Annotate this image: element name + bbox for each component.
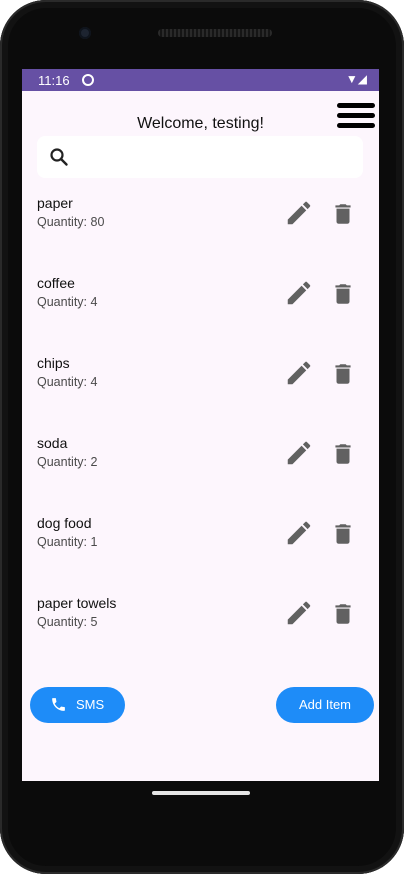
item-quantity: Quantity: 80 — [37, 215, 105, 229]
delete-button[interactable] — [330, 519, 356, 549]
search-bar[interactable] — [37, 136, 363, 178]
menu-bar-top — [337, 103, 375, 108]
welcome-title: Welcome, testing! — [137, 115, 264, 132]
item-quantity: Quantity: 1 — [37, 535, 98, 549]
pencil-icon — [287, 361, 311, 385]
delete-button[interactable] — [330, 359, 356, 389]
search-icon — [49, 147, 69, 171]
item-name: paper towels — [37, 595, 117, 611]
menu-bar-bottom — [337, 123, 375, 128]
status-bar: 11:16 ▼◢ — [22, 69, 379, 91]
item-quantity: Quantity: 2 — [37, 455, 98, 469]
item-name: dog food — [37, 515, 92, 531]
delete-button[interactable] — [330, 439, 356, 469]
pencil-icon — [287, 521, 311, 545]
earpiece-speaker — [158, 29, 272, 37]
home-indicator[interactable] — [152, 791, 250, 795]
edit-button[interactable] — [284, 198, 314, 228]
list-item: paper towels Quantity: 5 — [22, 587, 379, 647]
menu-bar-middle — [337, 113, 375, 118]
status-signal-icons: ▼◢ — [345, 72, 367, 86]
list-item: dog food Quantity: 1 — [22, 507, 379, 567]
delete-button[interactable] — [330, 199, 356, 229]
item-name: paper — [37, 195, 73, 211]
trash-icon — [335, 364, 351, 384]
add-item-button[interactable]: Add Item — [276, 687, 374, 723]
list-item: chips Quantity: 4 — [22, 347, 379, 407]
edit-button[interactable] — [284, 358, 314, 388]
item-name: chips — [37, 355, 70, 371]
pencil-icon — [287, 601, 311, 625]
phone-frame: 11:16 ▼◢ Welcome, testing! paper Quantit… — [0, 0, 404, 874]
hamburger-menu-button[interactable] — [335, 99, 375, 133]
pencil-icon — [287, 201, 311, 225]
trash-icon — [335, 284, 351, 304]
app-screen: 11:16 ▼◢ Welcome, testing! paper Quantit… — [22, 69, 379, 781]
edit-button[interactable] — [284, 438, 314, 468]
item-quantity: Quantity: 4 — [37, 295, 98, 309]
item-quantity: Quantity: 4 — [37, 375, 98, 389]
sms-label: SMS — [76, 697, 105, 712]
item-name: coffee — [37, 275, 75, 291]
edit-button[interactable] — [284, 518, 314, 548]
delete-button[interactable] — [330, 599, 356, 629]
trash-icon — [335, 524, 351, 544]
list-item: soda Quantity: 2 — [22, 427, 379, 487]
list-item: paper Quantity: 80 — [22, 187, 379, 247]
trash-icon — [335, 604, 351, 624]
sms-button[interactable]: SMS — [30, 687, 125, 723]
phone-icon — [50, 696, 67, 716]
status-time: 11:16 — [38, 73, 70, 88]
pencil-icon — [287, 441, 311, 465]
delete-button[interactable] — [330, 279, 356, 309]
item-quantity: Quantity: 5 — [37, 615, 98, 629]
status-notification-icon — [82, 74, 94, 86]
trash-icon — [335, 444, 351, 464]
edit-button[interactable] — [284, 278, 314, 308]
edit-button[interactable] — [284, 598, 314, 628]
item-name: soda — [37, 435, 68, 451]
list-item: coffee Quantity: 4 — [22, 267, 379, 327]
pencil-icon — [287, 281, 311, 305]
front-camera — [79, 27, 91, 39]
trash-icon — [335, 204, 351, 224]
